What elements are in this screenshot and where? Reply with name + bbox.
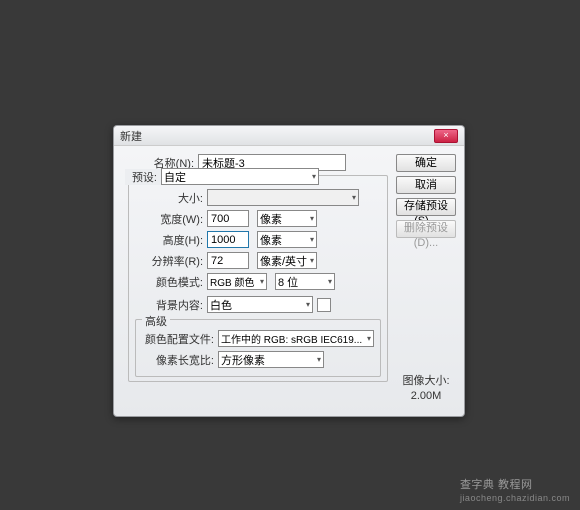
advanced-legend: 高级	[142, 313, 170, 329]
chevron-down-icon: ▾	[260, 277, 264, 286]
resolution-input[interactable]	[207, 252, 249, 269]
titlebar[interactable]: 新建 ×	[114, 126, 464, 146]
chevron-down-icon: ▾	[310, 235, 314, 244]
color-mode-select[interactable]: RGB 颜色▾	[207, 273, 267, 290]
dialog-title: 新建	[120, 128, 434, 144]
chevron-down-icon: ▾	[328, 277, 332, 286]
chevron-down-icon: ▾	[306, 300, 310, 309]
advanced-fieldset: 高级 颜色配置文件: 工作中的 RGB: sRGB IEC619...▾ 像素长…	[135, 319, 381, 377]
chevron-down-icon: ▾	[352, 193, 356, 202]
width-unit-select[interactable]: 像素▾	[257, 210, 317, 227]
save-preset-button[interactable]: 存储预设(S)...	[396, 198, 456, 216]
cancel-button[interactable]: 取消	[396, 176, 456, 194]
delete-preset-button: 删除预设(D)...	[396, 220, 456, 238]
new-document-dialog: 新建 × 名称(N): 预设: 自定▾ 大小: ▾	[113, 125, 465, 417]
height-unit-select[interactable]: 像素▾	[257, 231, 317, 248]
color-profile-select[interactable]: 工作中的 RGB: sRGB IEC619...▾	[218, 330, 374, 347]
ok-button[interactable]: 确定	[396, 154, 456, 172]
preset-label: 预设:	[125, 169, 161, 185]
width-input[interactable]	[207, 210, 249, 227]
resolution-label: 分辨率(R):	[135, 253, 207, 269]
background-label: 背景内容:	[135, 297, 207, 313]
image-size-info: 图像大小: 2.00M	[396, 372, 456, 404]
chevron-down-icon: ▾	[310, 256, 314, 265]
background-select[interactable]: 白色▾	[207, 296, 313, 313]
color-mode-label: 颜色模式:	[135, 274, 207, 290]
color-profile-label: 颜色配置文件:	[142, 331, 218, 347]
chevron-down-icon: ▾	[367, 334, 371, 343]
height-label: 高度(H):	[135, 232, 207, 248]
height-input[interactable]	[207, 231, 249, 248]
size-label: 大小:	[135, 190, 207, 206]
size-select: ▾	[207, 189, 359, 206]
image-size-label: 图像大小:	[396, 372, 456, 388]
image-size-value: 2.00M	[396, 390, 456, 402]
preset-select[interactable]: 自定▾	[161, 168, 319, 185]
resolution-unit-select[interactable]: 像素/英寸▾	[257, 252, 317, 269]
width-label: 宽度(W):	[135, 211, 207, 227]
chevron-down-icon: ▾	[312, 172, 316, 181]
chevron-down-icon: ▾	[317, 355, 321, 364]
watermark: 查字典 教程网 jiaocheng.chazidian.com	[460, 476, 570, 504]
pixel-aspect-label: 像素长宽比:	[142, 352, 218, 368]
chevron-down-icon: ▾	[310, 214, 314, 223]
bit-depth-select[interactable]: 8 位▾	[275, 273, 335, 290]
pixel-aspect-select[interactable]: 方形像素▾	[218, 351, 324, 368]
close-button[interactable]: ×	[434, 129, 458, 143]
main-fieldset: 预设: 自定▾ 大小: ▾ 宽度(W): 像素▾	[128, 175, 388, 382]
background-swatch[interactable]	[317, 298, 331, 312]
